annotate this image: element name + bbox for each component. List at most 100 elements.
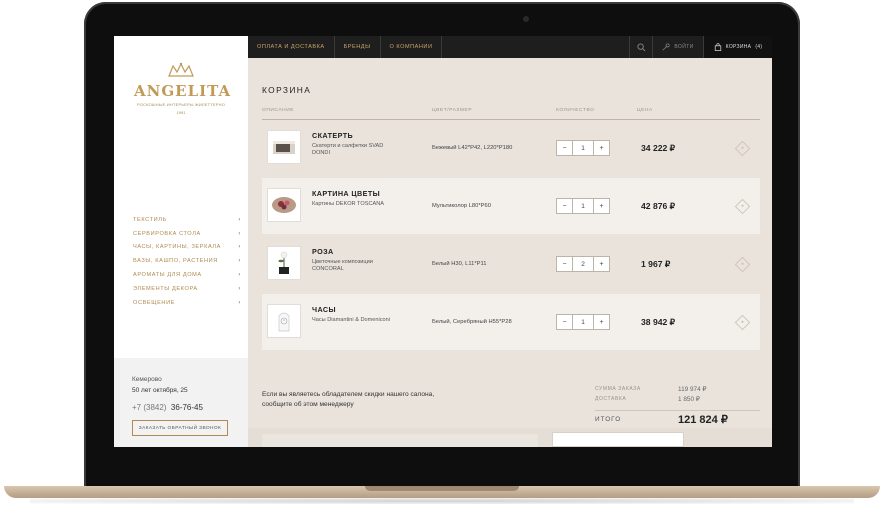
total-label: ИТОГО xyxy=(595,416,622,423)
nav-link-payment[interactable]: ОПЛАТА И ДОСТАВКА xyxy=(248,36,335,58)
product-name[interactable]: ЧАСЫ xyxy=(312,305,336,314)
col-quantity: КОЛИЧЕСТВО xyxy=(556,108,595,113)
contact-address: 50 лет октября, 25 xyxy=(132,387,188,394)
product-color-size: Белый H30, L11*P11 xyxy=(432,261,487,267)
chevron-right-icon: › xyxy=(238,244,241,251)
remove-item-icon[interactable] xyxy=(734,140,751,157)
product-thumbnail[interactable] xyxy=(267,246,301,280)
cart-count: (4) xyxy=(755,44,763,50)
product-thumbnail[interactable] xyxy=(267,304,301,338)
contact-phone[interactable]: +7 (3842) 36-76-45 xyxy=(132,403,203,412)
remove-item-icon[interactable] xyxy=(734,256,751,273)
quantity-stepper: − 2 + xyxy=(556,256,610,272)
chevron-right-icon: › xyxy=(238,299,241,306)
col-price: ЦЕНА xyxy=(637,108,653,113)
quantity-stepper: − 1 + xyxy=(556,198,610,214)
product-subtitle: Часы Diamantini & Domeniconi xyxy=(312,317,391,323)
menu-item-textile[interactable]: ТЕКСТИЛЬ › xyxy=(133,213,241,227)
quantity-stepper: − 1 + xyxy=(556,314,610,330)
sidebar: ANGELITA РОСКОШНЫЕ ИНТЕРЬЕРЫ ЖИЛЕТТЕРНО … xyxy=(114,36,248,447)
laptop-shadow xyxy=(30,498,854,504)
menu-item-label: ЧАСЫ, КАРТИНЫ, ЗЕРКАЛА xyxy=(133,244,221,251)
nav-link-about[interactable]: О КОМПАНИИ xyxy=(381,36,443,58)
menu-item-label: ТЕКСТИЛЬ xyxy=(133,216,167,223)
contact-city: Кемерово xyxy=(132,376,162,383)
laptop-notch xyxy=(365,486,519,491)
increase-button[interactable]: + xyxy=(594,199,609,213)
footer-strip xyxy=(248,428,772,447)
quantity-input[interactable]: 1 xyxy=(572,199,594,213)
product-price: 38 942 ₽ xyxy=(641,317,676,327)
product-price: 42 876 ₽ xyxy=(641,201,676,211)
table-row: КАРТИНА ЦВЕТЫ Картины DEKOR TOSCANA Муль… xyxy=(262,178,760,234)
table-row: СКАТЕРТЬ Скатерти и салфетки SVAD DONDI … xyxy=(262,120,760,176)
decrease-button[interactable]: − xyxy=(557,199,572,213)
menu-item-lighting[interactable]: ОСВЕЩЕНИЕ › xyxy=(133,296,241,310)
camera xyxy=(523,16,529,22)
menu-item-decor[interactable]: ЭЛЕМЕНТЫ ДЕКОРА › xyxy=(133,282,241,296)
rose-image xyxy=(278,251,289,274)
chevron-right-icon: › xyxy=(238,216,241,223)
crown-icon xyxy=(134,62,228,82)
product-name[interactable]: СКАТЕРТЬ xyxy=(312,131,353,140)
search-icon xyxy=(636,42,645,51)
summary-divider xyxy=(595,410,760,411)
delivery-value: 1 850 ₽ xyxy=(678,396,700,403)
product-subtitle: Картины DEKOR TOSCANA xyxy=(312,201,384,207)
delivery-label: ДОСТАВКА xyxy=(595,396,627,402)
product-name[interactable]: РОЗА xyxy=(312,247,334,256)
decrease-button[interactable]: − xyxy=(557,257,572,271)
remove-item-icon[interactable] xyxy=(734,314,751,331)
quantity-input[interactable]: 1 xyxy=(572,141,594,155)
phone-code: +7 (3842) xyxy=(132,403,167,412)
menu-item-aromas[interactable]: АРОМАТЫ ДЛЯ ДОМА › xyxy=(133,268,241,282)
clock-image xyxy=(278,312,290,332)
contact-block: Кемерово 50 лет октября, 25 +7 (3842) 36… xyxy=(114,358,248,447)
footer-input[interactable] xyxy=(552,432,684,447)
cart-label: КОРЗИНА xyxy=(725,44,752,50)
nav-link-brands[interactable]: БРЕНДЫ xyxy=(335,36,381,58)
tablecloth-image xyxy=(273,141,295,154)
menu-item-tableware[interactable]: СЕРВИРОВКА СТОЛА › xyxy=(133,227,241,241)
menu-item-clocks[interactable]: ЧАСЫ, КАРТИНЫ, ЗЕРКАЛА › xyxy=(133,241,241,255)
key-icon xyxy=(662,43,670,51)
callback-button[interactable]: ЗАКАЗАТЬ ОБРАТНЫЙ ЗВОНОК xyxy=(132,420,228,436)
decrease-button[interactable]: − xyxy=(557,141,572,155)
product-thumbnail[interactable] xyxy=(267,188,301,222)
product-subtitle: Скатерти и салфетки SVAD DONDI xyxy=(312,143,384,156)
logo[interactable]: ANGELITA РОСКОШНЫЕ ИНТЕРЬЕРЫ ЖИЛЕТТЕРНО … xyxy=(134,62,230,115)
cart-button[interactable]: КОРЗИНА (4) xyxy=(703,36,772,58)
increase-button[interactable]: + xyxy=(594,257,609,271)
chevron-right-icon: › xyxy=(238,258,241,265)
order-sum-value: 119 974 ₽ xyxy=(678,386,707,393)
chevron-right-icon: › xyxy=(238,230,241,237)
col-description: ОПИСАНИЕ xyxy=(262,108,295,113)
product-price: 1 967 ₽ xyxy=(641,259,671,269)
increase-button[interactable]: + xyxy=(594,315,609,329)
quantity-input[interactable]: 1 xyxy=(572,315,594,329)
page-title: КОРЗИНА xyxy=(262,85,312,95)
phone-number: 36-76-45 xyxy=(170,403,203,412)
chevron-right-icon: › xyxy=(238,272,241,279)
total-value: 121 824 ₽ xyxy=(678,414,728,426)
product-color-size: Мультиколор L80*P60 xyxy=(432,203,491,209)
discount-note: Если вы являетесь обладателем скидки наш… xyxy=(262,391,435,408)
menu-item-label: АРОМАТЫ ДЛЯ ДОМА xyxy=(133,272,202,279)
decrease-button[interactable]: − xyxy=(557,315,572,329)
menu-item-label: ОСВЕЩЕНИЕ xyxy=(133,299,176,306)
menu-item-vases[interactable]: ВАЗЫ, КАШПО, РАСТЕНИЯ › xyxy=(133,254,241,268)
product-name[interactable]: КАРТИНА ЦВЕТЫ xyxy=(312,189,380,198)
increase-button[interactable]: + xyxy=(594,141,609,155)
quantity-input[interactable]: 2 xyxy=(572,257,594,271)
category-menu: ТЕКСТИЛЬ › СЕРВИРОВКА СТОЛА › ЧАСЫ, КАРТИН… xyxy=(133,213,241,310)
login-label: ВОЙТИ xyxy=(674,44,694,50)
menu-item-label: ВАЗЫ, КАШПО, РАСТЕНИЯ xyxy=(133,258,218,265)
menu-item-label: ЭЛЕМЕНТЫ ДЕКОРА xyxy=(133,285,198,292)
search-button[interactable] xyxy=(629,36,652,58)
order-sum-label: СУММА ЗАКАЗА xyxy=(595,386,641,392)
flower-painting-image xyxy=(272,197,296,213)
remove-item-icon[interactable] xyxy=(734,198,751,215)
product-thumbnail[interactable] xyxy=(267,130,301,164)
login-button[interactable]: ВОЙТИ xyxy=(652,36,703,58)
